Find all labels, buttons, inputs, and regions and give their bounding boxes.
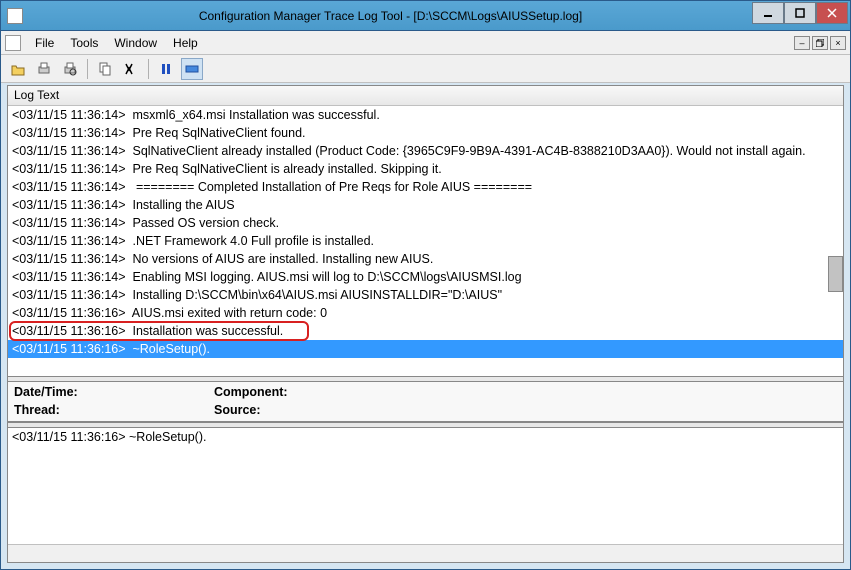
mdi-minimize-button[interactable]: – (794, 36, 810, 50)
scrollbar-thumb[interactable] (828, 256, 843, 292)
detail-thread: Thread: (14, 403, 214, 421)
log-row[interactable]: <03/11/15 11:36:14> Pre Req SqlNativeCli… (8, 124, 843, 142)
log-message: Passed OS version check. (132, 216, 279, 230)
log-timestamp: <03/11/15 11:36:14> (12, 162, 132, 176)
log-message: Installation was successful. (132, 324, 283, 338)
log-list[interactable]: <03/11/15 11:36:14> msxml6_x64.msi Insta… (8, 106, 843, 376)
log-message: AIUS.msi exited with return code: 0 (132, 306, 327, 320)
pause-icon[interactable] (155, 58, 177, 80)
log-timestamp: <03/11/15 11:36:14> (12, 252, 132, 266)
log-message: Pre Req SqlNativeClient is already insta… (132, 162, 441, 176)
log-timestamp: <03/11/15 11:36:14> (12, 126, 132, 140)
log-row[interactable]: <03/11/15 11:36:16> ~RoleSetup(). (8, 340, 843, 358)
statusbar (8, 544, 843, 562)
log-message: .NET Framework 4.0 Full profile is insta… (132, 234, 374, 248)
log-message: Installing D:\SCCM\bin\x64\AIUS.msi AIUS… (132, 288, 502, 302)
titlebar[interactable]: Configuration Manager Trace Log Tool - [… (1, 1, 850, 31)
log-row[interactable]: <03/11/15 11:36:14> Installing the AIUS (8, 196, 843, 214)
log-timestamp: <03/11/15 11:36:14> (12, 144, 132, 158)
toolbar-separator (87, 59, 88, 79)
close-button[interactable] (816, 2, 848, 24)
log-row[interactable]: <03/11/15 11:36:14> Passed OS version ch… (8, 214, 843, 232)
copy-icon[interactable] (94, 58, 116, 80)
log-message: ~RoleSetup(). (132, 342, 209, 356)
text-pane[interactable]: <03/11/15 11:36:16> ~RoleSetup(). (8, 428, 843, 544)
maximize-button[interactable] (784, 2, 816, 24)
open-icon[interactable] (7, 58, 29, 80)
log-row[interactable]: <03/11/15 11:36:14> Installing D:\SCCM\b… (8, 286, 843, 304)
column-header-log-text[interactable]: Log Text (8, 86, 843, 106)
menu-tools[interactable]: Tools (62, 33, 106, 53)
log-timestamp: <03/11/15 11:36:14> (12, 270, 132, 284)
main-window: Configuration Manager Trace Log Tool - [… (0, 0, 851, 570)
detail-source: Source: (214, 403, 837, 421)
mdi-restore-button[interactable] (812, 36, 828, 50)
menu-help[interactable]: Help (165, 33, 206, 53)
print-preview-icon[interactable] (59, 58, 81, 80)
log-row[interactable]: <03/11/15 11:36:14> No versions of AIUS … (8, 250, 843, 268)
log-message: Installing the AIUS (132, 198, 234, 212)
log-row[interactable]: <03/11/15 11:36:14> Pre Req SqlNativeCli… (8, 160, 843, 178)
toolbar-separator (148, 59, 149, 79)
log-timestamp: <03/11/15 11:36:14> (12, 198, 132, 212)
document-icon (5, 35, 21, 51)
detail-component: Component: (214, 385, 837, 403)
log-timestamp: <03/11/15 11:36:14> (12, 108, 132, 122)
log-timestamp: <03/11/15 11:36:14> (12, 180, 132, 194)
log-message: ======== Completed Installation of Pre R… (132, 180, 532, 194)
log-message: Enabling MSI logging. AIUS.msi will log … (132, 270, 521, 284)
log-timestamp: <03/11/15 11:36:14> (12, 216, 132, 230)
mdi-controls: – × (794, 36, 846, 50)
menu-window[interactable]: Window (106, 33, 165, 53)
find-icon[interactable] (120, 58, 142, 80)
log-row[interactable]: <03/11/15 11:36:14> SqlNativeClient alre… (8, 142, 843, 160)
log-row[interactable]: <03/11/15 11:36:14> msxml6_x64.msi Insta… (8, 106, 843, 124)
mdi-close-button[interactable]: × (830, 36, 846, 50)
menu-file[interactable]: File (27, 33, 62, 53)
log-timestamp: <03/11/15 11:36:14> (12, 288, 132, 302)
window-controls (752, 2, 848, 24)
log-message: SqlNativeClient already installed (Produ… (132, 144, 805, 158)
log-row[interactable]: <03/11/15 11:36:14> .NET Framework 4.0 F… (8, 232, 843, 250)
toolbar (1, 55, 850, 83)
minimize-button[interactable] (752, 2, 784, 24)
log-timestamp: <03/11/15 11:36:16> (12, 342, 132, 356)
log-row[interactable]: <03/11/15 11:36:16> AIUS.msi exited with… (8, 304, 843, 322)
highlight-icon[interactable] (181, 58, 203, 80)
log-row[interactable]: <03/11/15 11:36:16> Installation was suc… (8, 322, 843, 340)
log-message: msxml6_x64.msi Installation was successf… (132, 108, 379, 122)
log-timestamp: <03/11/15 11:36:16> (12, 324, 132, 338)
detail-pane: Date/Time: Component: Thread: Source: (8, 382, 843, 422)
log-message: No versions of AIUS are installed. Insta… (132, 252, 433, 266)
log-timestamp: <03/11/15 11:36:14> (12, 234, 132, 248)
detail-datetime: Date/Time: (14, 385, 214, 403)
log-row[interactable]: <03/11/15 11:36:14> Enabling MSI logging… (8, 268, 843, 286)
print-icon[interactable] (33, 58, 55, 80)
log-row[interactable]: <03/11/15 11:36:14> ======== Completed I… (8, 178, 843, 196)
app-icon (7, 8, 23, 24)
log-message: Pre Req SqlNativeClient found. (132, 126, 305, 140)
log-timestamp: <03/11/15 11:36:16> (12, 306, 132, 320)
content-pane: Log Text <03/11/15 11:36:14> msxml6_x64.… (7, 85, 844, 563)
text-pane-content: <03/11/15 11:36:16> ~RoleSetup(). (12, 430, 839, 444)
menubar: File Tools Window Help – × (1, 31, 850, 55)
window-title: Configuration Manager Trace Log Tool - [… (29, 9, 752, 23)
